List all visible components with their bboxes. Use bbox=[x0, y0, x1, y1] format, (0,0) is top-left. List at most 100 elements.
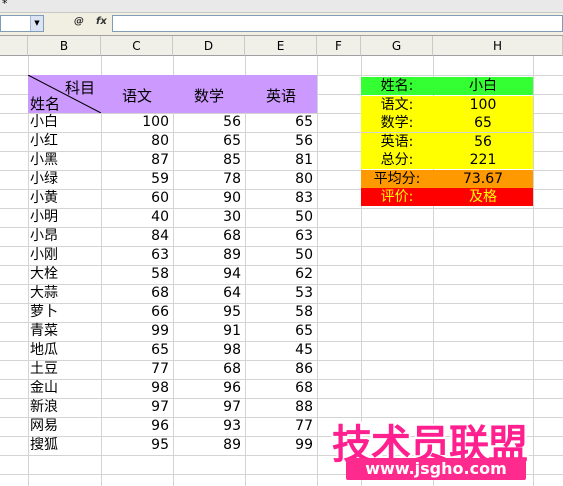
score-cell[interactable]: 99 bbox=[245, 436, 317, 455]
score-cell[interactable]: 86 bbox=[245, 360, 317, 379]
score-cell[interactable]: 84 bbox=[101, 227, 173, 246]
name-box-dropdown-icon[interactable]: ▼ bbox=[30, 16, 43, 31]
name-cell[interactable]: 小黑 bbox=[30, 151, 100, 170]
score-cell[interactable]: 83 bbox=[245, 189, 317, 208]
panel-label-cell[interactable]: 数学: bbox=[361, 114, 433, 132]
score-cell[interactable]: 65 bbox=[173, 132, 245, 151]
score-cell[interactable]: 65 bbox=[101, 341, 173, 360]
column-header-e[interactable]: E bbox=[245, 36, 317, 56]
panel-value-cell[interactable]: 小白 bbox=[433, 77, 533, 95]
score-cell[interactable]: 100 bbox=[101, 113, 173, 132]
score-cell[interactable]: 65 bbox=[245, 322, 317, 341]
header-cell-subject[interactable]: 数学 bbox=[173, 75, 245, 113]
name-cell[interactable]: 小红 bbox=[30, 132, 100, 151]
panel-label-cell[interactable]: 总分: bbox=[361, 151, 433, 169]
score-cell[interactable]: 68 bbox=[173, 227, 245, 246]
score-cell[interactable]: 77 bbox=[245, 417, 317, 436]
score-cell[interactable]: 58 bbox=[101, 265, 173, 284]
name-cell[interactable]: 大蒜 bbox=[30, 284, 100, 303]
score-cell[interactable]: 65 bbox=[245, 113, 317, 132]
panel-value-cell[interactable]: 100 bbox=[433, 95, 533, 114]
name-cell[interactable]: 小绿 bbox=[30, 170, 100, 189]
score-cell[interactable]: 62 bbox=[245, 265, 317, 284]
score-cell[interactable]: 93 bbox=[173, 417, 245, 436]
column-header-g[interactable]: G bbox=[361, 36, 433, 56]
name-cell[interactable]: 小刚 bbox=[30, 246, 100, 265]
column-header-f[interactable]: F bbox=[317, 36, 361, 56]
panel-value-cell[interactable]: 65 bbox=[433, 114, 533, 132]
score-cell[interactable]: 56 bbox=[245, 132, 317, 151]
name-cell[interactable]: 萝卜 bbox=[30, 303, 100, 322]
score-cell[interactable]: 78 bbox=[173, 170, 245, 189]
score-cell[interactable]: 68 bbox=[245, 379, 317, 398]
panel-label-cell[interactable]: 语文: bbox=[361, 95, 433, 114]
score-cell[interactable]: 59 bbox=[101, 170, 173, 189]
score-cell[interactable]: 89 bbox=[173, 436, 245, 455]
formula-input[interactable] bbox=[112, 15, 563, 32]
score-cell[interactable]: 90 bbox=[173, 189, 245, 208]
score-cell[interactable]: 88 bbox=[245, 398, 317, 417]
score-cell[interactable]: 40 bbox=[101, 208, 173, 227]
score-cell[interactable]: 68 bbox=[173, 360, 245, 379]
score-cell[interactable]: 63 bbox=[101, 246, 173, 265]
score-cell[interactable]: 96 bbox=[173, 379, 245, 398]
panel-value-cell[interactable]: 221 bbox=[433, 151, 533, 169]
panel-label-cell[interactable]: 平均分: bbox=[361, 169, 433, 188]
score-cell[interactable]: 98 bbox=[101, 379, 173, 398]
name-cell[interactable]: 金山 bbox=[30, 379, 100, 398]
column-header-c[interactable]: C bbox=[101, 36, 173, 56]
score-cell[interactable]: 50 bbox=[245, 246, 317, 265]
column-header-b[interactable]: B bbox=[28, 36, 101, 56]
name-cell[interactable]: 小昂 bbox=[30, 227, 100, 246]
name-cell[interactable]: 网易 bbox=[30, 417, 100, 436]
score-cell[interactable]: 77 bbox=[101, 360, 173, 379]
score-cell[interactable]: 63 bbox=[245, 227, 317, 246]
score-cell[interactable]: 80 bbox=[245, 170, 317, 189]
column-header-h[interactable]: H bbox=[433, 36, 563, 56]
name-cell[interactable]: 小明 bbox=[30, 208, 100, 227]
score-cell[interactable]: 99 bbox=[101, 322, 173, 341]
insert-function-icon[interactable]: @ bbox=[74, 16, 84, 27]
header-cell-subject[interactable]: 英语 bbox=[245, 75, 317, 113]
score-cell[interactable]: 64 bbox=[173, 284, 245, 303]
score-cell[interactable]: 68 bbox=[101, 284, 173, 303]
name-cell[interactable]: 搜狐 bbox=[30, 436, 100, 455]
score-cell[interactable]: 53 bbox=[245, 284, 317, 303]
score-cell[interactable]: 66 bbox=[101, 303, 173, 322]
score-cell[interactable]: 97 bbox=[101, 398, 173, 417]
column-header-d[interactable]: D bbox=[173, 36, 245, 56]
name-cell[interactable]: 小白 bbox=[30, 113, 100, 132]
score-cell[interactable]: 95 bbox=[173, 303, 245, 322]
header-cell-diagonal[interactable]: 科目 姓名 bbox=[28, 75, 101, 113]
score-cell[interactable]: 56 bbox=[173, 113, 245, 132]
header-cell-subject[interactable]: 语文 bbox=[101, 75, 173, 113]
score-cell[interactable]: 91 bbox=[173, 322, 245, 341]
score-cell[interactable]: 96 bbox=[101, 417, 173, 436]
name-cell[interactable]: 青菜 bbox=[30, 322, 100, 341]
panel-label-cell[interactable]: 评价: bbox=[361, 188, 433, 206]
score-cell[interactable]: 45 bbox=[245, 341, 317, 360]
score-cell[interactable]: 81 bbox=[245, 151, 317, 170]
select-all-corner[interactable] bbox=[0, 36, 28, 56]
panel-value-cell[interactable]: 73.67 bbox=[433, 169, 533, 188]
name-cell[interactable]: 土豆 bbox=[30, 360, 100, 379]
score-cell[interactable]: 87 bbox=[101, 151, 173, 170]
score-cell[interactable]: 50 bbox=[245, 208, 317, 227]
name-box[interactable]: ▼ bbox=[0, 15, 44, 32]
score-cell[interactable]: 98 bbox=[173, 341, 245, 360]
panel-label-cell[interactable]: 姓名: bbox=[361, 77, 433, 95]
panel-label-cell[interactable]: 英语: bbox=[361, 132, 433, 151]
fx-icon[interactable]: fx bbox=[96, 16, 107, 27]
score-cell[interactable]: 60 bbox=[101, 189, 173, 208]
name-cell[interactable]: 地瓜 bbox=[30, 341, 100, 360]
score-cell[interactable]: 89 bbox=[173, 246, 245, 265]
name-cell[interactable]: 新浪 bbox=[30, 398, 100, 417]
score-cell[interactable]: 97 bbox=[173, 398, 245, 417]
score-cell[interactable]: 85 bbox=[173, 151, 245, 170]
panel-value-cell[interactable]: 及格 bbox=[433, 188, 533, 206]
score-cell[interactable]: 95 bbox=[101, 436, 173, 455]
name-cell[interactable]: 大栓 bbox=[30, 265, 100, 284]
name-cell[interactable]: 小黄 bbox=[30, 189, 100, 208]
panel-value-cell[interactable]: 56 bbox=[433, 132, 533, 151]
score-cell[interactable]: 58 bbox=[245, 303, 317, 322]
